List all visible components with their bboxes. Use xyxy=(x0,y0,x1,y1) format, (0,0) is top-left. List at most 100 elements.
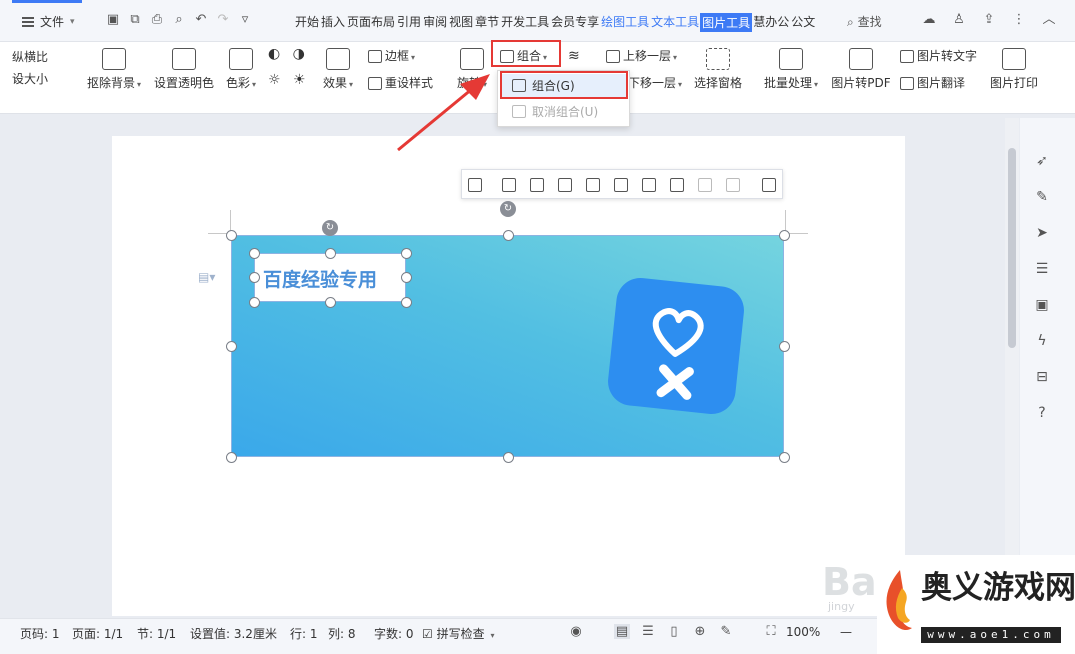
batch-process-button[interactable]: 批量处理 ▾ xyxy=(762,48,820,91)
image-to-pdf-button[interactable]: 图片转PDF xyxy=(830,48,892,91)
set-size-button[interactable]: 设大小 xyxy=(12,68,72,90)
tab-13[interactable]: 公文 xyxy=(790,13,816,32)
zoom-level[interactable]: 100% xyxy=(786,625,820,639)
align-right-icon[interactable] xyxy=(558,178,572,192)
read-view-icon[interactable]: ▯ xyxy=(666,624,682,639)
selection-pane-button[interactable]: 选择窗格 xyxy=(692,48,744,91)
page-number[interactable]: 页码: 1 xyxy=(20,625,60,642)
tab-1[interactable]: 插入 xyxy=(320,13,346,32)
cursor-icon[interactable]: ➤ xyxy=(1033,224,1051,242)
spellcheck-button[interactable]: ☑ 拼写检查 ▾ xyxy=(422,625,494,642)
textbox-handle[interactable] xyxy=(325,297,336,308)
image-translate-button[interactable]: 图片翻译 xyxy=(900,74,965,91)
print-preview-icon[interactable]: ⌕ xyxy=(170,11,188,29)
image-search-icon[interactable]: ▣ xyxy=(1033,296,1051,314)
sliders-icon[interactable]: ☰ xyxy=(1033,260,1051,278)
resize-handle[interactable] xyxy=(226,452,237,463)
pen-icon[interactable]: ✎ xyxy=(1033,188,1051,206)
resize-handle[interactable] xyxy=(779,341,790,352)
tab-0[interactable]: 开始 xyxy=(294,13,320,32)
tab-10[interactable]: 文本工具 xyxy=(650,13,700,32)
scroll-thumb[interactable] xyxy=(1008,148,1016,348)
resize-handle[interactable] xyxy=(503,452,514,463)
page-view-icon[interactable]: ▤ xyxy=(614,624,630,639)
tab-11[interactable]: 图片工具 xyxy=(700,13,753,32)
distribute-icon[interactable] xyxy=(670,178,684,192)
rotate-handle-icon[interactable]: ↻ xyxy=(500,201,516,217)
eye-icon[interactable]: ◉ xyxy=(568,624,584,639)
distribute-vertical-icon[interactable] xyxy=(726,178,740,192)
tab-6[interactable]: 章节 xyxy=(474,13,500,32)
brightness-up-icon[interactable]: ☼ xyxy=(268,72,281,88)
resize-handle[interactable] xyxy=(226,230,237,241)
align-center-icon[interactable] xyxy=(530,178,544,192)
cloud-icon[interactable]: ☁ xyxy=(920,11,938,29)
help-icon[interactable]: ? xyxy=(1033,404,1051,422)
row-number[interactable]: 行: 1 xyxy=(290,625,318,642)
resize-handle[interactable] xyxy=(779,452,790,463)
vertical-scrollbar[interactable] xyxy=(1005,118,1019,558)
redo-icon[interactable]: ↷ xyxy=(214,11,232,29)
textbox-handle[interactable] xyxy=(401,248,412,259)
tab-7[interactable]: 开发工具 xyxy=(500,13,550,32)
tab-2[interactable]: 页面布局 xyxy=(346,13,396,32)
page-count[interactable]: 页面: 1/1 xyxy=(72,625,123,642)
border-button[interactable]: 边框 ▾ xyxy=(368,47,415,64)
zoom-out-icon[interactable]: — xyxy=(840,625,852,639)
wrap-text-icon[interactable]: ≋ xyxy=(568,48,580,64)
set-transparent-button[interactable]: 设置透明色 xyxy=(152,48,216,91)
textbox-handle[interactable] xyxy=(249,272,260,283)
column-number[interactable]: 列: 8 xyxy=(328,625,356,642)
scroll-left-icon[interactable]: ‹ xyxy=(13,72,18,86)
tab-9[interactable]: 绘图工具 xyxy=(600,13,650,32)
write-view-icon[interactable]: ✎ xyxy=(718,624,734,639)
aspect-ratio-button[interactable]: 纵横比 xyxy=(12,46,72,68)
resize-handle[interactable] xyxy=(779,230,790,241)
share-icon[interactable]: ⇪ xyxy=(980,11,998,29)
bring-forward-button[interactable]: 上移一层 ▾ xyxy=(606,47,677,64)
section-count[interactable]: 节: 1/1 xyxy=(137,625,176,642)
align-middle-icon[interactable] xyxy=(614,178,628,192)
rocket-icon[interactable]: ➶ xyxy=(1033,152,1051,170)
color-button[interactable]: 色彩 ▾ xyxy=(222,48,260,91)
tab-12[interactable]: 慧办公 xyxy=(752,13,790,32)
image-to-text-button[interactable]: 图片转文字 xyxy=(900,47,977,64)
web-view-icon[interactable]: ⊕ xyxy=(692,624,708,639)
save-icon[interactable]: ▣ xyxy=(104,11,122,29)
image-print-button[interactable]: 图片打印 xyxy=(988,48,1040,91)
effects-button[interactable]: 效果 ▾ xyxy=(320,48,356,91)
textbox-handle[interactable] xyxy=(249,297,260,308)
textbox-handle[interactable] xyxy=(249,248,260,259)
brightness-down-icon[interactable]: ☀ xyxy=(293,72,306,88)
lightning-icon[interactable]: ϟ xyxy=(1033,332,1051,350)
export-icon[interactable]: ⧉ xyxy=(126,11,144,29)
align-top-icon[interactable] xyxy=(586,178,600,192)
collapse-icon[interactable]: ︿ xyxy=(1040,11,1058,29)
share-user-icon[interactable]: ♙ xyxy=(950,11,968,29)
customize-icon[interactable]: ▿ xyxy=(236,11,254,29)
resize-handle[interactable] xyxy=(503,230,514,241)
tab-4[interactable]: 审阅 xyxy=(422,13,448,32)
contrast-down-icon[interactable]: ◑ xyxy=(293,46,305,62)
tab-3[interactable]: 引用 xyxy=(396,13,422,32)
textbox-handle[interactable] xyxy=(325,248,336,259)
ungroup-menu-item[interactable]: 取消组合(U) xyxy=(502,100,626,124)
undo-icon[interactable]: ↶ xyxy=(192,11,210,29)
tab-8[interactable]: 会员专享 xyxy=(550,13,600,32)
more-icon[interactable]: ⋮ xyxy=(1010,11,1028,29)
layout-icon[interactable] xyxy=(468,178,482,192)
paragraph-anchor-icon[interactable]: ▤▾ xyxy=(198,270,215,284)
print-icon[interactable]: ⎙ xyxy=(148,11,166,29)
outline-view-icon[interactable]: ☰ xyxy=(640,624,656,639)
fit-page-icon[interactable]: ⛶ xyxy=(763,624,779,639)
word-count[interactable]: 字数: 0 xyxy=(374,625,414,642)
file-menu[interactable]: 文件 ▾ xyxy=(22,13,75,30)
textbox-rotate-icon[interactable]: ↻ xyxy=(322,220,338,236)
text-box-content[interactable]: 百度经验专用 xyxy=(263,265,377,292)
tab-5[interactable]: 视图 xyxy=(448,13,474,32)
book-icon[interactable]: ⊟ xyxy=(1033,368,1051,386)
textbox-handle[interactable] xyxy=(401,297,412,308)
distribute-horizontal-icon[interactable] xyxy=(698,178,712,192)
align-left-icon[interactable] xyxy=(502,178,516,192)
resize-handle[interactable] xyxy=(226,341,237,352)
